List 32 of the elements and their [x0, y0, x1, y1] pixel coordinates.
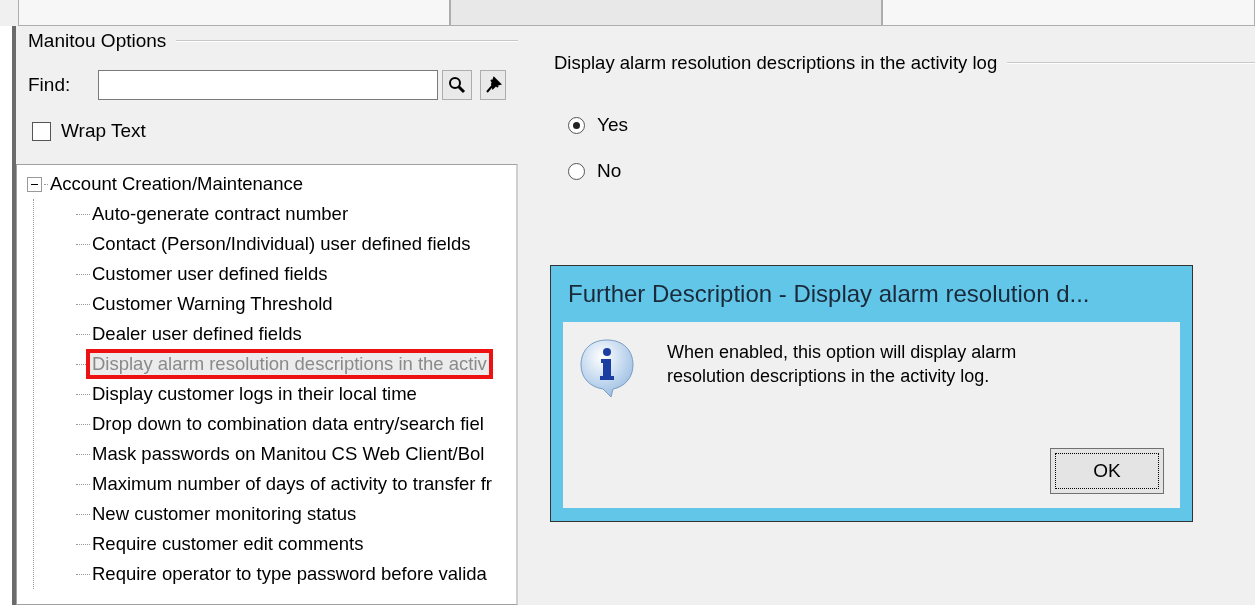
checkbox-label: Wrap Text	[61, 120, 146, 142]
pin-button[interactable]	[480, 70, 507, 100]
search-button[interactable]	[442, 70, 473, 100]
group-title: Manitou Options	[28, 30, 167, 52]
tree-item[interactable]: Require operator to type password before valida	[90, 563, 489, 585]
tree-item[interactable]: Require customer edit comments	[90, 533, 366, 555]
pin-icon	[484, 76, 503, 94]
radio-button[interactable]	[568, 116, 585, 134]
tree-item[interactable]: Maximum number of days of activity to transfer fr	[90, 473, 494, 495]
setting-title: Display alarm resolution descriptions in the activity log	[554, 52, 998, 74]
tree-item[interactable]: Customer user defined fields	[90, 263, 330, 285]
tree-item[interactable]: New customer monitoring status	[90, 503, 359, 525]
find-label: Find:	[28, 74, 71, 96]
info-icon	[579, 338, 635, 398]
tree-item[interactable]: Account Creation/Maintenance	[48, 173, 305, 195]
tree-item[interactable]: Contact (Person/Individual) user defined fields	[90, 233, 473, 255]
radio-label: Yes	[597, 114, 628, 136]
dialog-title: Further Description - Display alarm resolution d...	[567, 279, 1091, 309]
tree-item[interactable]: Display customer logs in their local time	[90, 383, 419, 405]
find-field[interactable]	[98, 70, 439, 100]
search-icon	[448, 76, 467, 94]
tree-item[interactable]: Auto-generate contract number	[90, 203, 351, 225]
tree-item[interactable]: Mask passwords on Manitou CS Web Client/Bol	[90, 443, 487, 465]
radio-label: No	[597, 160, 622, 182]
radio-button[interactable]	[568, 162, 585, 180]
ok-button[interactable]: OK	[1050, 448, 1164, 494]
wrap-text-checkbox[interactable]	[32, 121, 51, 141]
collapse-icon[interactable]	[27, 176, 42, 192]
tree-item[interactable]: Drop down to combination data entry/search fiel	[90, 413, 486, 435]
tree-item[interactable]: Customer Warning Threshold	[90, 293, 335, 315]
dialog-message: When enabled, this option will display alarm resolution descriptions in the activity log.	[667, 341, 1018, 388]
tree-item[interactable]: Dealer user defined fields	[90, 323, 304, 345]
